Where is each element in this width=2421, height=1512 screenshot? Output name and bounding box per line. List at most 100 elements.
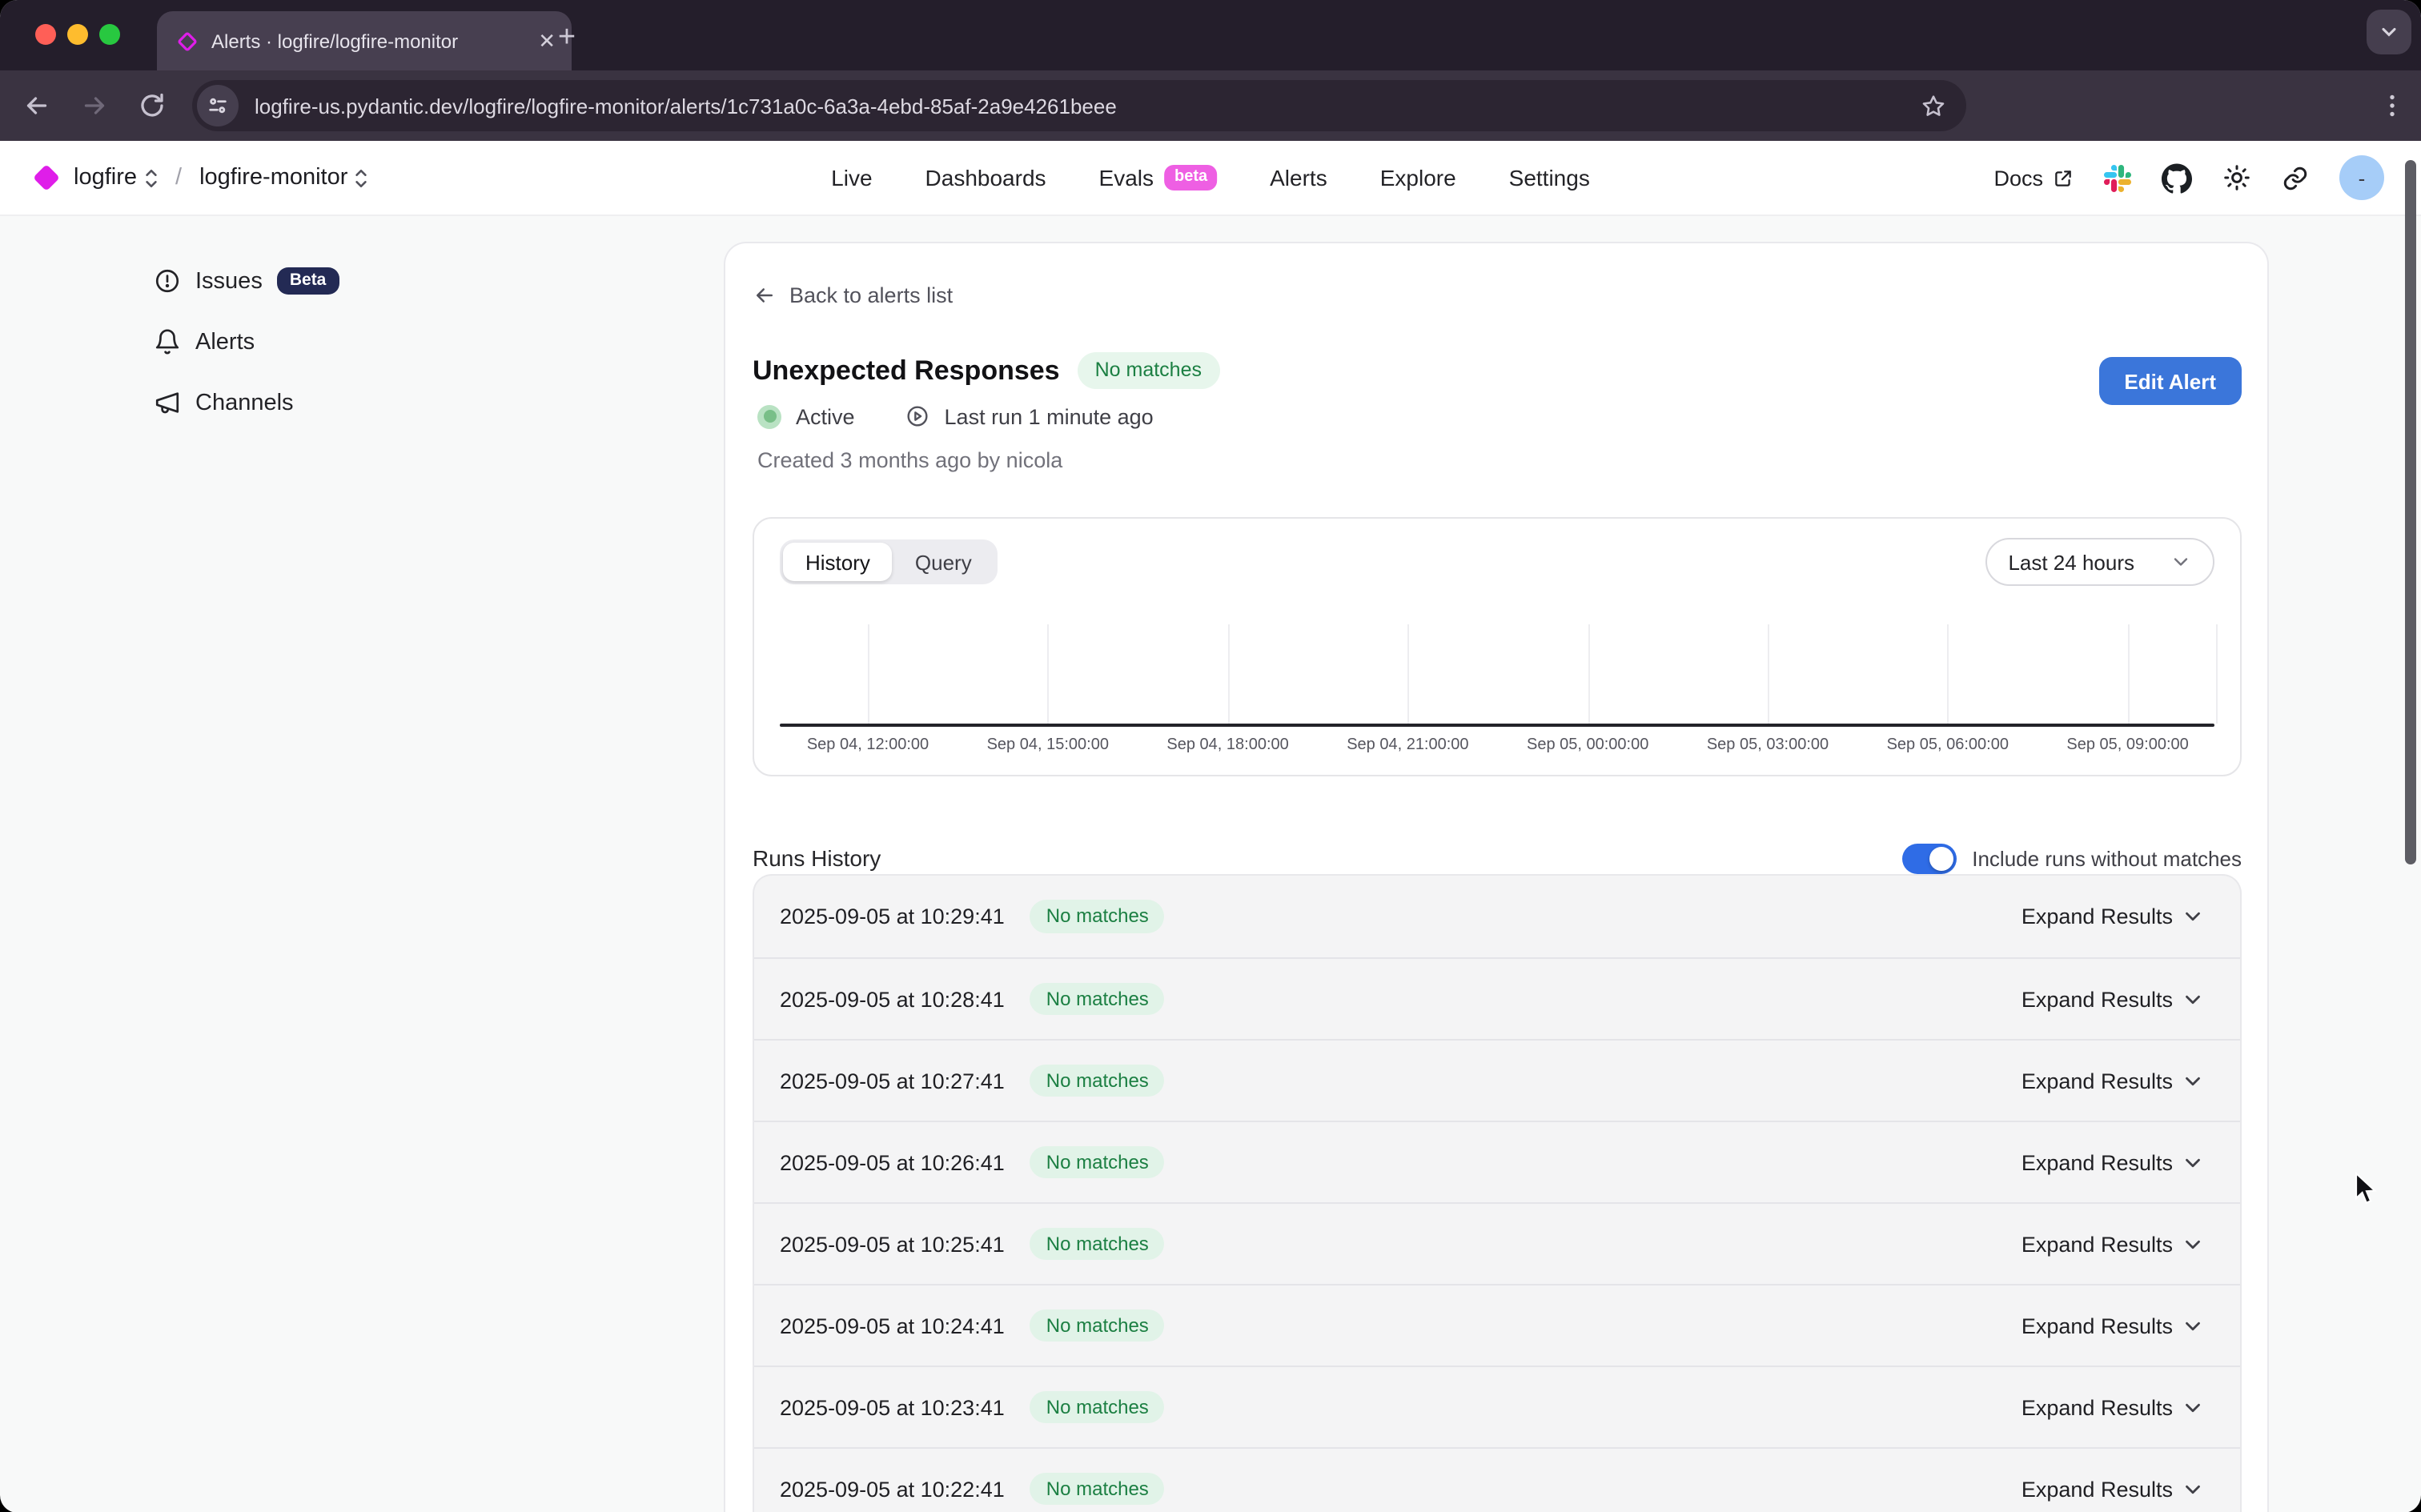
- window-zoom-button[interactable]: [99, 23, 120, 44]
- mouse-cursor: [2354, 1172, 2381, 1205]
- user-avatar[interactable]: -: [2339, 155, 2384, 200]
- toggle-group: Include runs without matches: [1901, 843, 2242, 873]
- chart-gridline: [1228, 624, 1230, 724]
- chart-gridline: [1048, 624, 1050, 724]
- sidebar-item-channels[interactable]: Channels: [154, 389, 294, 416]
- run-no-matches-badge: No matches: [1030, 1146, 1165, 1179]
- external-link-icon: [2053, 167, 2074, 188]
- expand-results-button[interactable]: Expand Results: [2012, 985, 2214, 1013]
- alert-title-row: Unexpected Responses No matches: [753, 352, 1219, 389]
- forward-icon[interactable]: [80, 91, 109, 120]
- org-name: logfire: [74, 165, 137, 191]
- runs-list: 2025-09-05 at 10:29:41 No matches Expand…: [753, 874, 2242, 1512]
- expand-results-button[interactable]: Expand Results: [2012, 1149, 2214, 1176]
- run-row[interactable]: 2025-09-05 at 10:23:41 No matches Expand…: [754, 1366, 2240, 1447]
- run-timestamp: 2025-09-05 at 10:23:41: [780, 1395, 1005, 1419]
- browser-tab[interactable]: Alerts · logfire/logfire-monitor ✕: [157, 11, 572, 70]
- main-nav: Live Dashboards Evalsbeta Alerts Explore…: [831, 165, 1590, 191]
- history-query-tabs: History Query: [780, 539, 998, 584]
- run-row[interactable]: 2025-09-05 at 10:29:41 No matches Expand…: [754, 876, 2240, 957]
- nav-item-explore[interactable]: Explore: [1380, 165, 1456, 191]
- chart-tick-label: Sep 05, 00:00:00: [1527, 736, 1648, 754]
- run-row[interactable]: 2025-09-05 at 10:25:41 No matches Expand…: [754, 1202, 2240, 1284]
- active-status-label: Active: [796, 404, 855, 428]
- browser-menu-icon[interactable]: [2378, 91, 2407, 120]
- slack-icon[interactable]: [2104, 164, 2131, 191]
- reload-icon[interactable]: [138, 91, 167, 120]
- expand-results-button[interactable]: Expand Results: [2012, 1067, 2214, 1094]
- expand-results-button[interactable]: Expand Results: [2012, 1394, 2214, 1421]
- history-card: History Query Last 24 hours Sep 04, 12:0…: [753, 517, 2242, 776]
- sidebar-item-issues[interactable]: Issues Beta: [154, 267, 339, 295]
- run-row[interactable]: 2025-09-05 at 10:26:41 No matches Expand…: [754, 1121, 2240, 1202]
- chart-gridline: [1948, 624, 1949, 724]
- active-status-icon: [757, 404, 781, 428]
- logfire-favicon: [176, 30, 199, 52]
- created-by-label: Created 3 months ago by nicola: [757, 448, 1062, 472]
- include-runs-toggle[interactable]: [1901, 843, 1956, 873]
- project-switcher[interactable]: logfire-monitor: [199, 165, 368, 191]
- tab-title: Alerts · logfire/logfire-monitor: [211, 30, 525, 52]
- docs-link[interactable]: Docs: [1993, 166, 2074, 190]
- org-switcher[interactable]: logfire: [74, 165, 158, 191]
- time-range-value: Last 24 hours: [2008, 550, 2134, 574]
- chart-gridline: [2216, 624, 2218, 724]
- chart-gridline: [1588, 624, 1589, 724]
- chart-x-axis: [780, 724, 2214, 727]
- expand-results-button[interactable]: Expand Results: [2012, 903, 2214, 930]
- run-row[interactable]: 2025-09-05 at 10:27:41 No matches Expand…: [754, 1039, 2240, 1121]
- theme-sun-icon[interactable]: [2222, 163, 2251, 192]
- address-bar[interactable]: logfire-us.pydantic.dev/logfire/logfire-…: [192, 80, 1966, 131]
- chart-tick-label: Sep 04, 15:00:00: [987, 736, 1109, 754]
- sidebar-item-alerts[interactable]: Alerts: [154, 328, 255, 355]
- share-link-icon[interactable]: [2282, 164, 2309, 191]
- page-scrollbar[interactable]: [2404, 160, 2415, 864]
- nav-item-live[interactable]: Live: [831, 165, 872, 191]
- run-no-matches-badge: No matches: [1030, 900, 1165, 933]
- run-row[interactable]: 2025-09-05 at 10:22:41 No matches Expand…: [754, 1447, 2240, 1512]
- expand-results-button[interactable]: Expand Results: [2012, 1312, 2214, 1339]
- back-icon[interactable]: [22, 91, 51, 120]
- chart-gridline: [1768, 624, 1769, 724]
- time-range-select[interactable]: Last 24 hours: [1985, 538, 2214, 586]
- edit-alert-button[interactable]: Edit Alert: [2098, 357, 2242, 405]
- run-timestamp: 2025-09-05 at 10:25:41: [780, 1232, 1005, 1256]
- chevron-down-icon: [2170, 551, 2192, 573]
- chevron-down-icon: [2181, 1150, 2205, 1174]
- run-no-matches-badge: No matches: [1030, 1391, 1165, 1424]
- chevron-down-icon: [2181, 1395, 2205, 1419]
- tab-history[interactable]: History: [783, 543, 893, 581]
- play-circle-icon: [905, 403, 930, 429]
- run-no-matches-badge: No matches: [1030, 1473, 1165, 1506]
- chart-gridline: [1407, 624, 1409, 724]
- nav-item-dashboards[interactable]: Dashboards: [925, 165, 1046, 191]
- site-settings-icon[interactable]: [197, 85, 239, 126]
- back-to-alerts-link[interactable]: Back to alerts list: [753, 283, 953, 307]
- browser-tab-strip: Alerts · logfire/logfire-monitor ✕ +: [0, 0, 2421, 70]
- expand-results-button[interactable]: Expand Results: [2012, 1475, 2214, 1502]
- screen: Alerts · logfire/logfire-monitor ✕ + log…: [0, 0, 2421, 1512]
- nav-item-alerts[interactable]: Alerts: [1270, 165, 1327, 191]
- window-minimize-button[interactable]: [67, 23, 88, 44]
- app-header: logfire / logfire-monitor Live Dashboard…: [0, 141, 2421, 216]
- bell-icon: [154, 328, 181, 355]
- alert-match-badge: No matches: [1078, 352, 1219, 389]
- alert-title: Unexpected Responses: [753, 355, 1060, 387]
- chevron-down-icon: [2181, 1477, 2205, 1501]
- nav-item-evals[interactable]: Evalsbeta: [1099, 165, 1218, 191]
- window-close-button[interactable]: [35, 23, 56, 44]
- bookmark-star-icon[interactable]: [1920, 92, 1947, 119]
- sidebar-item-label: Alerts: [195, 329, 255, 355]
- nav-item-settings[interactable]: Settings: [1509, 165, 1590, 191]
- tab-query[interactable]: Query: [893, 543, 994, 581]
- tab-search-button[interactable]: [2367, 10, 2411, 54]
- expand-results-button[interactable]: Expand Results: [2012, 1230, 2214, 1257]
- url-text: logfire-us.pydantic.dev/logfire/logfire-…: [255, 94, 1920, 118]
- new-tab-button[interactable]: +: [544, 16, 589, 61]
- sidebar-item-label: Channels: [195, 390, 294, 415]
- github-icon[interactable]: [2162, 162, 2192, 193]
- run-row[interactable]: 2025-09-05 at 10:28:41 No matches Expand…: [754, 957, 2240, 1039]
- run-no-matches-badge: No matches: [1030, 983, 1165, 1016]
- run-row[interactable]: 2025-09-05 at 10:24:41 No matches Expand…: [754, 1284, 2240, 1366]
- logfire-logo: [33, 164, 60, 191]
